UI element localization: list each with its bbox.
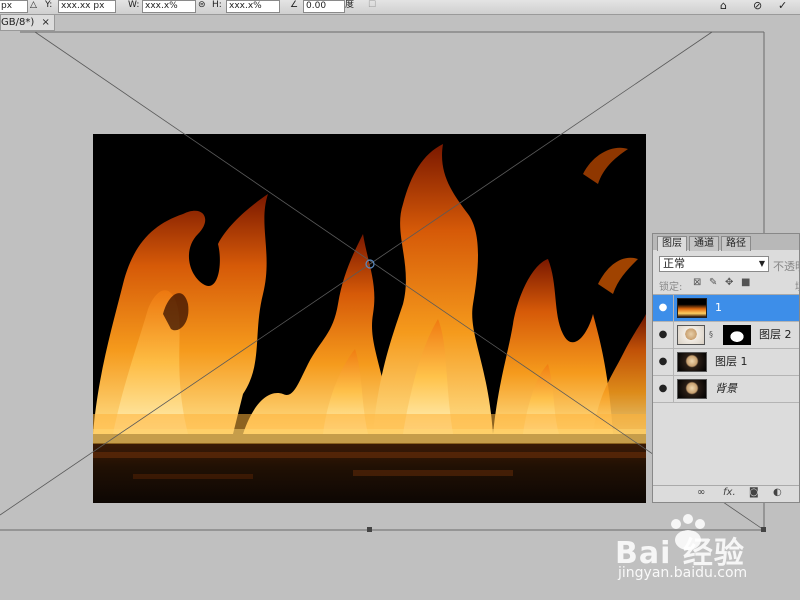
layer-name[interactable]: 图层 2 [759, 322, 792, 348]
opacity-label: 不透明 [773, 260, 800, 273]
panel-footer: ∞ fx. ◙ ◐ [653, 485, 799, 502]
layer-name[interactable]: 背景 [715, 376, 737, 402]
layer-row-1[interactable]: ● 1 [653, 295, 799, 322]
fx-icon[interactable]: fx. [723, 487, 736, 498]
transform-handle-bottom[interactable] [367, 527, 372, 532]
layer-row-3[interactable]: ● 图层 1 [653, 349, 799, 376]
link-icon[interactable]: ∞ [697, 487, 705, 498]
eye-icon[interactable]: ● [653, 295, 674, 321]
tab-channels[interactable]: 通道 [689, 236, 719, 251]
mask-link-icon[interactable]: § [709, 330, 713, 339]
eye-icon[interactable]: ● [653, 349, 674, 375]
tab-layers[interactable]: 图层 [657, 236, 687, 251]
lock-row: 锁定: ⊠ ✎ ✥ ■ 填 [653, 274, 800, 295]
layer-thumbnail-fire [677, 298, 707, 318]
lock-label: 锁定: [659, 282, 683, 293]
blend-mode-value: 正常 [663, 257, 685, 270]
watermark-url: jingyan.baidu.com [618, 565, 748, 581]
tab-paths[interactable]: 路径 [721, 236, 751, 251]
fill-label: 填 [795, 278, 800, 293]
adjustment-icon[interactable]: ◐ [773, 487, 782, 498]
panel-tabs: 图层 通道 路径 [653, 234, 799, 251]
layer-thumbnail-portrait [677, 325, 705, 345]
layer-row-background[interactable]: ● 背景 [653, 376, 799, 403]
lock-image-icon[interactable]: ✎ [709, 277, 717, 288]
layer-thumbnail-portrait [677, 352, 707, 372]
eye-icon[interactable]: ● [653, 322, 674, 348]
blend-mode-select[interactable]: 正常 ▼ [659, 256, 769, 272]
layer-thumbnail-portrait [677, 379, 707, 399]
eye-icon[interactable]: ● [653, 376, 674, 402]
baidu-watermark: Bai 经验 jingyan.baidu.com [600, 508, 800, 600]
blend-row: 正常 ▼ 不透明 [653, 250, 800, 274]
layer-name[interactable]: 图层 1 [715, 349, 748, 375]
layer-name[interactable]: 1 [715, 295, 722, 321]
layers-panel: 图层 通道 路径 正常 ▼ 不透明 锁定: ⊠ ✎ ✥ ■ 填 ● 1 ● § … [652, 233, 800, 503]
mask-icon[interactable]: ◙ [749, 487, 759, 498]
layer-row-2[interactable]: ● § 图层 2 [653, 322, 799, 349]
lock-position-icon[interactable]: ✥ [725, 277, 733, 288]
layer-mask-thumbnail[interactable] [723, 325, 751, 345]
lock-all-icon[interactable]: ■ [741, 277, 750, 288]
dropdown-arrow-icon: ▼ [758, 259, 765, 268]
lock-transparent-icon[interactable]: ⊠ [693, 277, 701, 288]
